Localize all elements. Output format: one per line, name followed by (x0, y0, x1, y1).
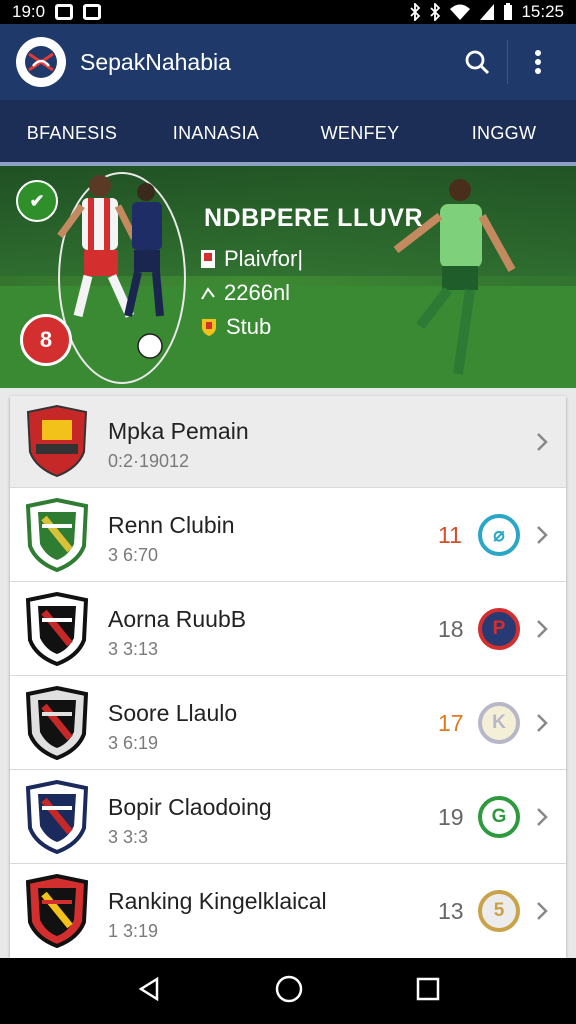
recents-square-icon (416, 977, 439, 1000)
club-rank: 11 (438, 522, 462, 548)
home-circle-icon (275, 975, 303, 1002)
wifi-icon (450, 4, 471, 20)
back-triangle-icon (138, 976, 159, 1001)
club-subtitle: 3 3:13 (108, 639, 159, 659)
list-item[interactable]: Bopir Claodoing 3 3:3 19 G (10, 770, 566, 864)
search-icon (465, 50, 490, 75)
featured-banner[interactable]: ✔ 8 NDBPERE LLUVR Plaivfor| 2266nl Stub (0, 166, 576, 388)
club-rank-badge-icon: G (478, 796, 520, 838)
club-rank-badge-icon: 5 (478, 890, 520, 932)
player-navy-icon (124, 183, 164, 317)
club-name: Bopir Claodoing (108, 794, 272, 820)
search-button[interactable] (455, 40, 499, 84)
chevron-right-icon (537, 433, 548, 451)
app-bar: SepakNahabia (0, 24, 576, 100)
tab-2[interactable]: INANASIA (144, 100, 288, 166)
banner-info-row-1: Plaivfor| (200, 246, 303, 272)
signal-icon (480, 4, 495, 20)
club-rank-badge-icon: K (478, 702, 520, 744)
club-rank-badge-icon: P (478, 608, 520, 650)
stats-icon (201, 287, 215, 300)
club-subtitle: 3 3:3 (108, 827, 149, 847)
overflow-menu-button[interactable] (516, 40, 560, 84)
banner-info-row-2: 2266nl (200, 280, 290, 306)
more-vert-icon (535, 50, 541, 74)
tab-1[interactable]: BFANESIS (0, 100, 144, 166)
club-rank-badge-icon: ⌀ (478, 514, 520, 556)
bluetooth-icon (410, 3, 421, 21)
header-title: Mpka Pemain (108, 418, 249, 444)
tab-4[interactable]: INGGW (432, 100, 576, 166)
club-shield-icon (202, 319, 216, 336)
banner-info-text-1: Plaivfor| (224, 246, 304, 271)
club-subtitle: 3 6:19 (108, 733, 159, 753)
club-crest-icon (25, 874, 89, 948)
chevron-right-icon (537, 620, 548, 638)
header-crest-icon (26, 404, 88, 478)
club-subtitle: 1 3:19 (108, 921, 159, 941)
header-subtitle: 0:2·19012 (108, 451, 190, 471)
notification-icon (55, 4, 74, 20)
club-subtitle: 3 6:70 (108, 545, 159, 565)
chevron-right-icon (537, 808, 548, 826)
banner-players-illustration (57, 175, 516, 375)
club-crest-icon (25, 592, 89, 666)
banner-info-text-3: Stub (226, 314, 272, 339)
flag-icon (201, 250, 215, 268)
list-header-row[interactable]: Mpka Pemain 0:2·19012 (10, 396, 566, 488)
status-bar: 19:0 15:25 (0, 0, 576, 24)
list-item[interactable]: Aorna RuubB 3 3:13 18 P (10, 582, 566, 676)
club-crest-icon (25, 686, 89, 760)
football-icon (137, 333, 163, 359)
app-logo-icon (25, 46, 57, 78)
club-crest-icon (25, 498, 89, 572)
battery-icon (504, 3, 513, 20)
chevron-right-icon (537, 902, 548, 920)
status-time-right: 15:25 (521, 2, 564, 21)
home-button[interactable] (274, 974, 304, 1009)
club-rank: 13 (438, 898, 464, 924)
app-logo[interactable] (16, 37, 66, 87)
app-title: SepakNahabia (80, 48, 231, 75)
club-crest-icon (25, 780, 89, 854)
tab-3[interactable]: WENFEY (288, 100, 432, 166)
player-red-icon (57, 175, 138, 318)
system-nav-bar (0, 958, 576, 1024)
bluetooth-icon-2 (430, 3, 441, 21)
appbar-divider (507, 40, 508, 84)
club-name: Soore Llaulo (108, 700, 238, 726)
chevron-right-icon (537, 714, 548, 732)
club-name: Ranking Kingelklaical (108, 888, 327, 914)
notification-icon-2 (83, 4, 102, 20)
status-time-left: 19:0 (12, 2, 46, 21)
banner-title: NDBPERE LLUVR (204, 204, 424, 232)
chevron-right-icon (537, 526, 548, 544)
list-item[interactable]: Ranking Kingelklaical 1 3:19 13 5 (10, 864, 566, 958)
banner-info-text-2: 2266nl (224, 280, 291, 305)
recents-button[interactable] (415, 976, 441, 1007)
club-name: Aorna RuubB (108, 606, 247, 632)
back-button[interactable] (135, 975, 163, 1008)
club-rank: 17 (438, 710, 464, 736)
list-item[interactable]: Renn Clubin 3 6:70 11 ⌀ (10, 488, 566, 582)
banner-info-row-3: Stub (200, 314, 271, 340)
club-name: Renn Clubin (108, 512, 235, 538)
list-item[interactable]: Soore Llaulo 3 6:19 17 K (10, 676, 566, 770)
tab-bar: BFANESIS INANASIA WENFEY INGGW (0, 100, 576, 166)
club-rank: 18 (438, 616, 464, 642)
club-rank: 19 (438, 804, 464, 830)
club-list: Mpka Pemain 0:2·19012 Renn Clubin 3 6:70… (10, 396, 566, 958)
